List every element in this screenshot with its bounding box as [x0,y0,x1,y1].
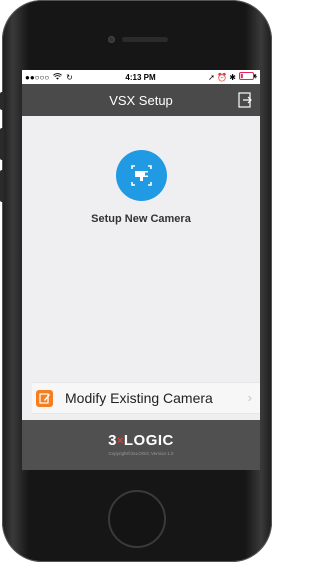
status-bar: ●●○○○ ↻ 4:13 PM ➚ ⏰ ✱ [22,70,260,84]
volume-down-button [0,170,4,202]
logo-right: LOGIC [123,432,174,449]
chevron-right-icon: › [247,390,252,405]
wifi-icon [53,72,63,82]
modify-existing-camera-label: Modify Existing Camera [65,390,213,406]
setup-new-camera-label: Setup New Camera [91,213,191,225]
logo-x: × [116,435,124,448]
sync-icon: ↻ [66,72,73,82]
volume-up-button [0,128,4,160]
brand-logo: 3×LOGIC [22,432,260,449]
setup-new-camera-section: Setup New Camera [22,150,260,225]
exit-icon[interactable] [238,92,252,108]
app-screen: ●●○○○ ↻ 4:13 PM ➚ ⏰ ✱ VSX Setup Setup Ne… [22,70,260,470]
front-camera [108,36,115,43]
setup-new-camera-button[interactable] [115,150,167,201]
status-icons: ➚ ⏰ ✱ [208,72,236,82]
navigation-bar: VSX Setup [22,84,260,116]
mute-switch [0,92,4,110]
edit-icon [36,389,53,407]
battery-icon [238,72,257,82]
footer: 3×LOGIC Copyright©3xLOGIC Version 1.0 [22,420,260,470]
earpiece-speaker [122,37,168,42]
status-time: 4:13 PM [125,72,156,82]
signal-strength: ●●○○○ [25,72,50,82]
modify-existing-camera-row[interactable]: Modify Existing Camera › [32,382,260,414]
camera-scan-icon [130,165,152,186]
page-title: VSX Setup [109,92,173,108]
phone-frame: ●●○○○ ↻ 4:13 PM ➚ ⏰ ✱ VSX Setup Setup Ne… [0,0,272,562]
copyright-text: Copyright©3xLOGIC Version 1.0 [108,451,174,456]
logo-left: 3 [108,432,117,449]
home-button[interactable] [108,490,166,548]
